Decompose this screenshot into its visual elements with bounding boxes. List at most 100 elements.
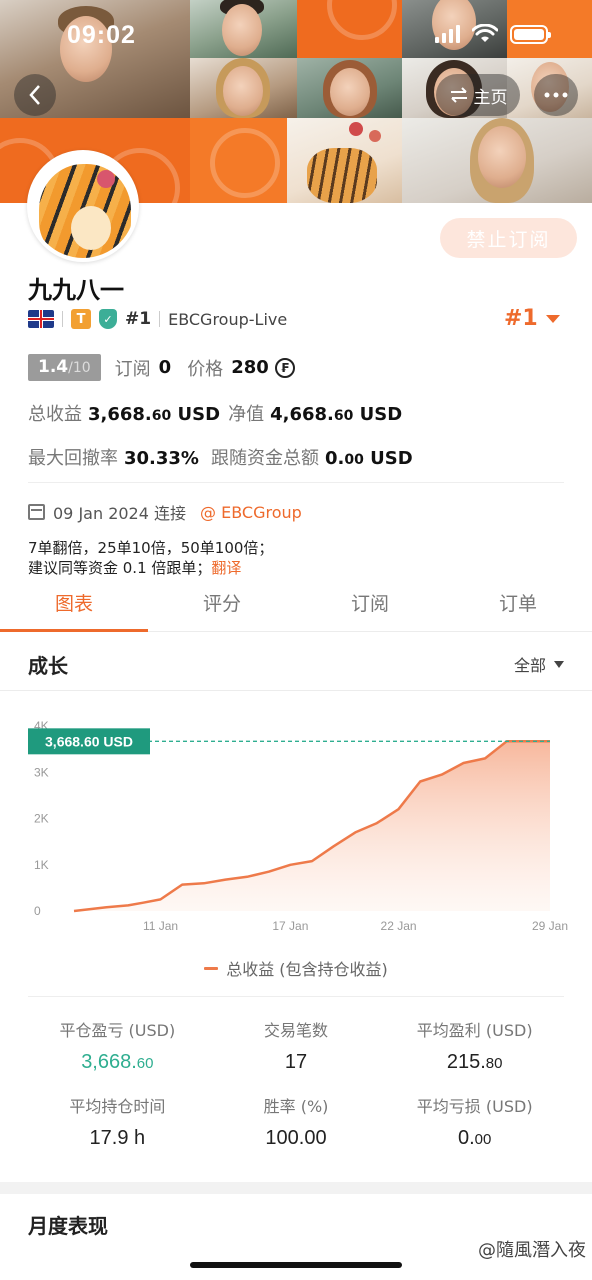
verified-shield-icon: ✓ xyxy=(99,309,117,329)
divider xyxy=(159,311,161,327)
stat-trade-count: 交易笔数 17 xyxy=(207,997,386,1085)
tab-chart[interactable]: 图表 xyxy=(0,582,148,632)
watermark: @隨風潛入夜 xyxy=(478,1240,586,1261)
stat-label: 交易笔数 xyxy=(264,1021,329,1040)
stat-label: 平均亏损 (USD) xyxy=(416,1097,533,1116)
tab-subscription[interactable]: 订阅 xyxy=(296,582,444,631)
stat-avg-profit: 平均盈利 (USD) 215.80 xyxy=(385,997,564,1085)
status-bar-icons xyxy=(435,24,551,44)
x-tick-label: 22 Jan xyxy=(381,919,417,933)
description-line: 建议同等资金 0.1 倍跟单；翻译 xyxy=(28,559,242,577)
stat-closed-pnl: 平仓盈亏 (USD) 3,668.60 xyxy=(28,997,207,1085)
growth-area xyxy=(74,741,550,911)
score-row: 1.4 /10 订阅 0 价格 280 ₣ xyxy=(28,354,295,381)
cover-pattern xyxy=(190,118,287,203)
rank-small: #1 xyxy=(125,309,152,329)
x-tick-label: 29 Jan xyxy=(532,919,568,933)
y-tick-label: 2K xyxy=(34,812,49,826)
cover-photo xyxy=(297,58,402,118)
cover-photo xyxy=(190,58,297,118)
tab-bar: 图表 评分 订阅 订单 xyxy=(0,582,592,632)
equity-label: 净值 xyxy=(228,404,265,425)
max-drawdown-value: 30.33% xyxy=(124,448,199,469)
connected-date: 09 Jan 2024 连接 xyxy=(53,504,187,523)
growth-chart: 01K2K3K4K11 Jan 17 Jan 22 Jan 29 Jan3,668.6… xyxy=(28,719,568,933)
uk-flag-icon xyxy=(28,310,54,328)
stat-avg-hold-time: 平均持仓时间 17.9 h xyxy=(28,1085,207,1173)
status-bar-time: 09:02 xyxy=(67,21,136,49)
total-profit-value: 3,668.60 USD xyxy=(88,404,221,425)
stats-row: 平仓盈亏 (USD) 3,668.60 交易笔数 17 平均盈利 (USD) 2… xyxy=(28,997,564,1085)
score-value: 1.4 xyxy=(38,357,69,377)
profit-equity-line: 总收益 3,668.60 USD 净值 4,668.60 USD xyxy=(28,400,402,426)
home-indicator[interactable] xyxy=(190,1262,402,1268)
stats-grid: 平仓盈亏 (USD) 3,668.60 交易笔数 17 平均盈利 (USD) 2… xyxy=(28,996,564,1173)
x-tick-label: 11 Jan xyxy=(143,919,178,933)
stats-row: 平均持仓时间 17.9 h 胜率 (%) 100.00 平均亏损 (USD) 0… xyxy=(28,1085,564,1173)
ellipsis-icon xyxy=(544,92,568,98)
trader-name: 九九八一 xyxy=(28,276,124,304)
price-value: 280 xyxy=(231,357,269,378)
y-tick-label: 3K xyxy=(34,765,49,779)
server-name: EBCGroup-Live xyxy=(168,309,288,329)
drawdown-funds-line: 最大回撤率 30.33% 跟随资金总额 0.00 USD xyxy=(28,444,413,470)
stat-value: 215.80 xyxy=(446,1051,503,1073)
growth-title: 成长 xyxy=(28,654,68,678)
strategy-description: 7单翻倍，25单10倍，50单100倍； 建议同等资金 0.1 倍跟单；翻译 xyxy=(28,538,273,578)
stat-win-rate: 胜率 (%) 100.00 xyxy=(207,1085,386,1173)
price-label: 价格 xyxy=(187,358,224,380)
score-max: /10 xyxy=(68,360,91,376)
stat-value: 0.00 xyxy=(457,1127,492,1149)
legend-swatch xyxy=(204,966,219,970)
score-badge: 1.4 /10 xyxy=(28,354,101,381)
stat-label: 胜率 (%) xyxy=(263,1097,329,1116)
home-button[interactable]: 主页 xyxy=(436,74,520,116)
stat-label: 平仓盈亏 (USD) xyxy=(59,1021,176,1040)
t-badge-icon: T xyxy=(71,309,91,329)
battery-icon xyxy=(510,24,551,44)
more-button[interactable] xyxy=(534,74,578,116)
coin-icon: ₣ xyxy=(274,357,295,378)
rank-dropdown[interactable]: #1 xyxy=(504,306,560,331)
section-separator xyxy=(0,1182,592,1194)
translate-link[interactable]: 翻译 xyxy=(211,559,241,577)
cover-photo xyxy=(402,118,592,203)
trader-avatar[interactable] xyxy=(27,150,139,262)
growth-header: 成长 全部 xyxy=(0,636,592,691)
tab-orders[interactable]: 订单 xyxy=(444,582,592,631)
period-filter-label: 全部 xyxy=(513,656,546,675)
subscriptions-label: 订阅 xyxy=(114,358,151,380)
subscriptions-value: 0 xyxy=(158,357,172,378)
broker-link[interactable]: @ EBCGroup xyxy=(200,503,302,522)
trader-meta: T ✓ #1 EBCGroup-Live xyxy=(28,307,287,331)
back-button[interactable] xyxy=(14,74,56,116)
chevron-left-icon xyxy=(29,85,40,105)
home-button-label: 主页 xyxy=(473,87,508,108)
stat-value: 17.9 h xyxy=(89,1127,146,1149)
tab-rating[interactable]: 评分 xyxy=(148,582,296,631)
follow-funds-value: 0.00 USD xyxy=(324,448,413,469)
wifi-icon xyxy=(472,24,498,42)
period-filter-dropdown[interactable]: 全部 xyxy=(514,652,564,676)
current-value-label: 3,668.60 USD xyxy=(45,733,133,749)
y-tick-label: 0 xyxy=(34,904,41,918)
follow-funds-label: 跟随资金总额 xyxy=(210,448,319,469)
cover-pattern xyxy=(297,0,402,58)
stat-label: 平均持仓时间 xyxy=(69,1097,166,1116)
caret-down-icon xyxy=(554,660,564,668)
caret-down-icon xyxy=(545,314,560,323)
cover-photo xyxy=(287,118,402,203)
signal-icon xyxy=(435,25,460,43)
description-line: 7单翻倍，25单10倍，50单100倍； xyxy=(28,539,274,557)
max-drawdown-label: 最大回撤率 xyxy=(28,448,118,469)
connection-row: 09 Jan 2024 连接 @ EBCGroup xyxy=(28,500,302,524)
divider xyxy=(28,482,564,483)
subscribe-disabled-button[interactable]: 禁止订阅 xyxy=(440,218,577,258)
calendar-icon xyxy=(28,504,45,520)
x-tick-label: 17 Jan xyxy=(272,919,308,933)
legend-label: 总收益 (包含持仓收益) xyxy=(226,960,388,979)
stat-value: 17 xyxy=(284,1051,308,1073)
monthly-performance-title: 月度表现 xyxy=(28,1214,108,1238)
stat-value: 3,668.60 xyxy=(81,1051,154,1073)
divider xyxy=(62,311,63,327)
